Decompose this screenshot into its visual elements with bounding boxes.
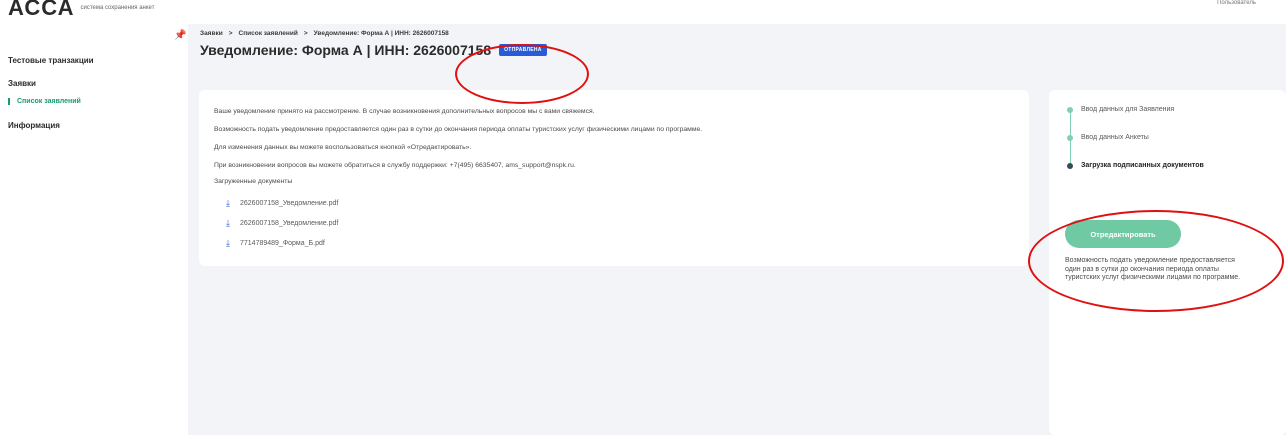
message-line: Для изменения данных вы можете воспользо… <box>214 144 472 151</box>
user-role: Пользователь <box>1217 0 1256 6</box>
message-line: Возможность подать уведомление предостав… <box>214 126 703 133</box>
app-logo[interactable]: АССА система сохранения анкет <box>8 0 154 20</box>
user-info[interactable]: Пользователь <box>1217 0 1256 7</box>
breadcrumb-item[interactable]: Заявки <box>200 30 223 37</box>
document-link[interactable]: ⤓ 2626007158_Уведомление.pdf <box>224 218 338 229</box>
sidebar-item-application-list[interactable]: Список заявлений <box>8 98 81 105</box>
step-dot <box>1067 134 1073 141</box>
download-icon: ⤓ <box>226 218 230 228</box>
pin-icon[interactable]: 📌 <box>174 30 186 41</box>
step-label: Ввод данных для Заявления <box>1081 106 1175 113</box>
sidebar: 📌 Тестовые транзакции Заявки Список заяв… <box>0 24 188 435</box>
breadcrumb-separator: > <box>228 30 233 37</box>
main-content: Заявки > Список заявлений > Уведомление:… <box>188 24 1286 435</box>
step-item[interactable]: Ввод данных Анкеты <box>1067 134 1149 141</box>
documents-heading: Загруженные документы <box>214 178 293 185</box>
sidebar-item-applications[interactable]: Заявки <box>8 79 36 88</box>
document-name: 2626007158_Уведомление.pdf <box>240 220 339 227</box>
breadcrumb-item[interactable]: Список заявлений <box>239 30 298 37</box>
step-dot-current <box>1067 162 1073 169</box>
sidebar-item-information[interactable]: Информация <box>8 121 60 130</box>
step-item-current[interactable]: Загрузка подписанных документов <box>1067 162 1204 169</box>
step-item[interactable]: Ввод данных для Заявления <box>1067 106 1174 113</box>
message-line: При возникновении вопросов вы можете обр… <box>214 162 576 169</box>
breadcrumb-separator: > <box>303 30 308 37</box>
breadcrumb-current: Уведомление: Форма А | ИНН: 2626007158 <box>313 30 449 37</box>
document-name: 7714789489_Форма_Б.pdf <box>240 240 325 247</box>
download-icon: ⤓ <box>226 238 230 248</box>
page-title: Уведомление: Форма А | ИНН: 2626007158 <box>200 42 492 58</box>
step-dot <box>1067 106 1073 113</box>
download-icon: ⤓ <box>226 198 230 208</box>
document-link[interactable]: ⤓ 7714789489_Форма_Б.pdf <box>224 238 325 249</box>
logo-subtitle: система сохранения анкет <box>80 5 155 11</box>
top-bar: АССА система сохранения анкет Пользовате… <box>0 0 1286 24</box>
submission-note: Возможность подать уведомление предостав… <box>1065 257 1241 282</box>
step-label: Ввод данных Анкеты <box>1081 134 1149 141</box>
notification-card: Ваше уведомление принято на рассмотрение… <box>199 90 1029 266</box>
sidebar-item-test-transactions[interactable]: Тестовые транзакции <box>8 56 94 65</box>
document-link[interactable]: ⤓ 2626007158_Уведомление.pdf <box>224 198 338 209</box>
steps-card: Ввод данных для Заявления Ввод данных Ан… <box>1049 90 1286 435</box>
message-line: Ваше уведомление принято на рассмотрение… <box>214 108 595 115</box>
breadcrumb: Заявки > Список заявлений > Уведомление:… <box>200 30 449 37</box>
status-badge: ОТПРАВЛЕНА <box>499 44 547 56</box>
edit-button[interactable]: Отредактировать <box>1065 220 1181 248</box>
step-label: Загрузка подписанных документов <box>1081 162 1204 169</box>
document-name: 2626007158_Уведомление.pdf <box>240 200 339 207</box>
title-row: Уведомление: Форма А | ИНН: 2626007158 О… <box>200 42 547 58</box>
logo-text: АССА <box>8 0 75 20</box>
